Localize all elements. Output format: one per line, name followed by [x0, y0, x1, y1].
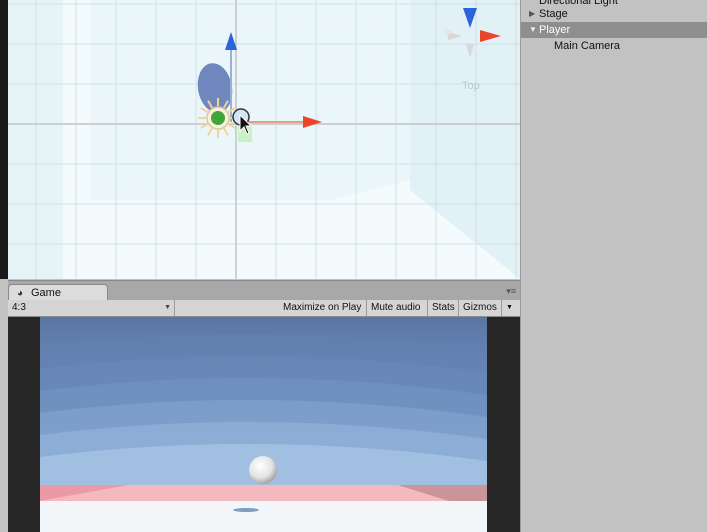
maximize-on-play-button[interactable]: Maximize on Play	[279, 300, 367, 316]
gizmos-button[interactable]: Gizmos	[459, 300, 502, 316]
stats-button[interactable]: Stats	[428, 300, 459, 316]
scene-canvas[interactable]	[0, 0, 520, 279]
scene-view[interactable]: Top	[0, 0, 520, 279]
game-render	[8, 317, 520, 532]
scene-orientation-label: Top	[462, 80, 480, 92]
mute-audio-button[interactable]: Mute audio	[367, 300, 428, 316]
aspect-ratio-value: 4:3	[12, 302, 26, 313]
player-ball	[249, 456, 277, 484]
ball-shadow	[233, 508, 259, 512]
dropdown-arrow-icon: ▼	[164, 304, 171, 311]
hierarchy-item-stage[interactable]: ▶ Stage	[521, 6, 707, 22]
floor-near	[40, 501, 487, 532]
hierarchy-panel: Directional Light ▶ Stage ▼ Player Main …	[520, 0, 707, 532]
collapse-triangle-icon[interactable]: ▼	[529, 22, 537, 38]
scene-shade-center	[90, 0, 410, 200]
tab-menu-icon[interactable]: ▾≡	[506, 286, 516, 297]
hierarchy-item-label: Player	[539, 24, 571, 36]
hierarchy-item-label: Stage	[539, 8, 568, 20]
aspect-ratio-dropdown[interactable]: 4:3 ▼	[8, 300, 175, 316]
game-toolbar: 4:3 ▼ Maximize on Play Mute audio Stats …	[8, 300, 520, 317]
expand-triangle-icon[interactable]: ▶	[529, 6, 535, 22]
hierarchy-item-main-camera[interactable]: Main Camera	[521, 38, 707, 54]
hierarchy-item-label: Main Camera	[554, 40, 621, 52]
game-tab-bar: ◕ Game ▾≡	[8, 280, 520, 302]
game-viewport[interactable]	[8, 317, 520, 532]
scene-shade-right	[410, 0, 520, 279]
hierarchy-item-player[interactable]: ▼ Player	[521, 22, 707, 38]
gizmos-dropdown-arrow-icon[interactable]: ▼	[502, 300, 514, 316]
